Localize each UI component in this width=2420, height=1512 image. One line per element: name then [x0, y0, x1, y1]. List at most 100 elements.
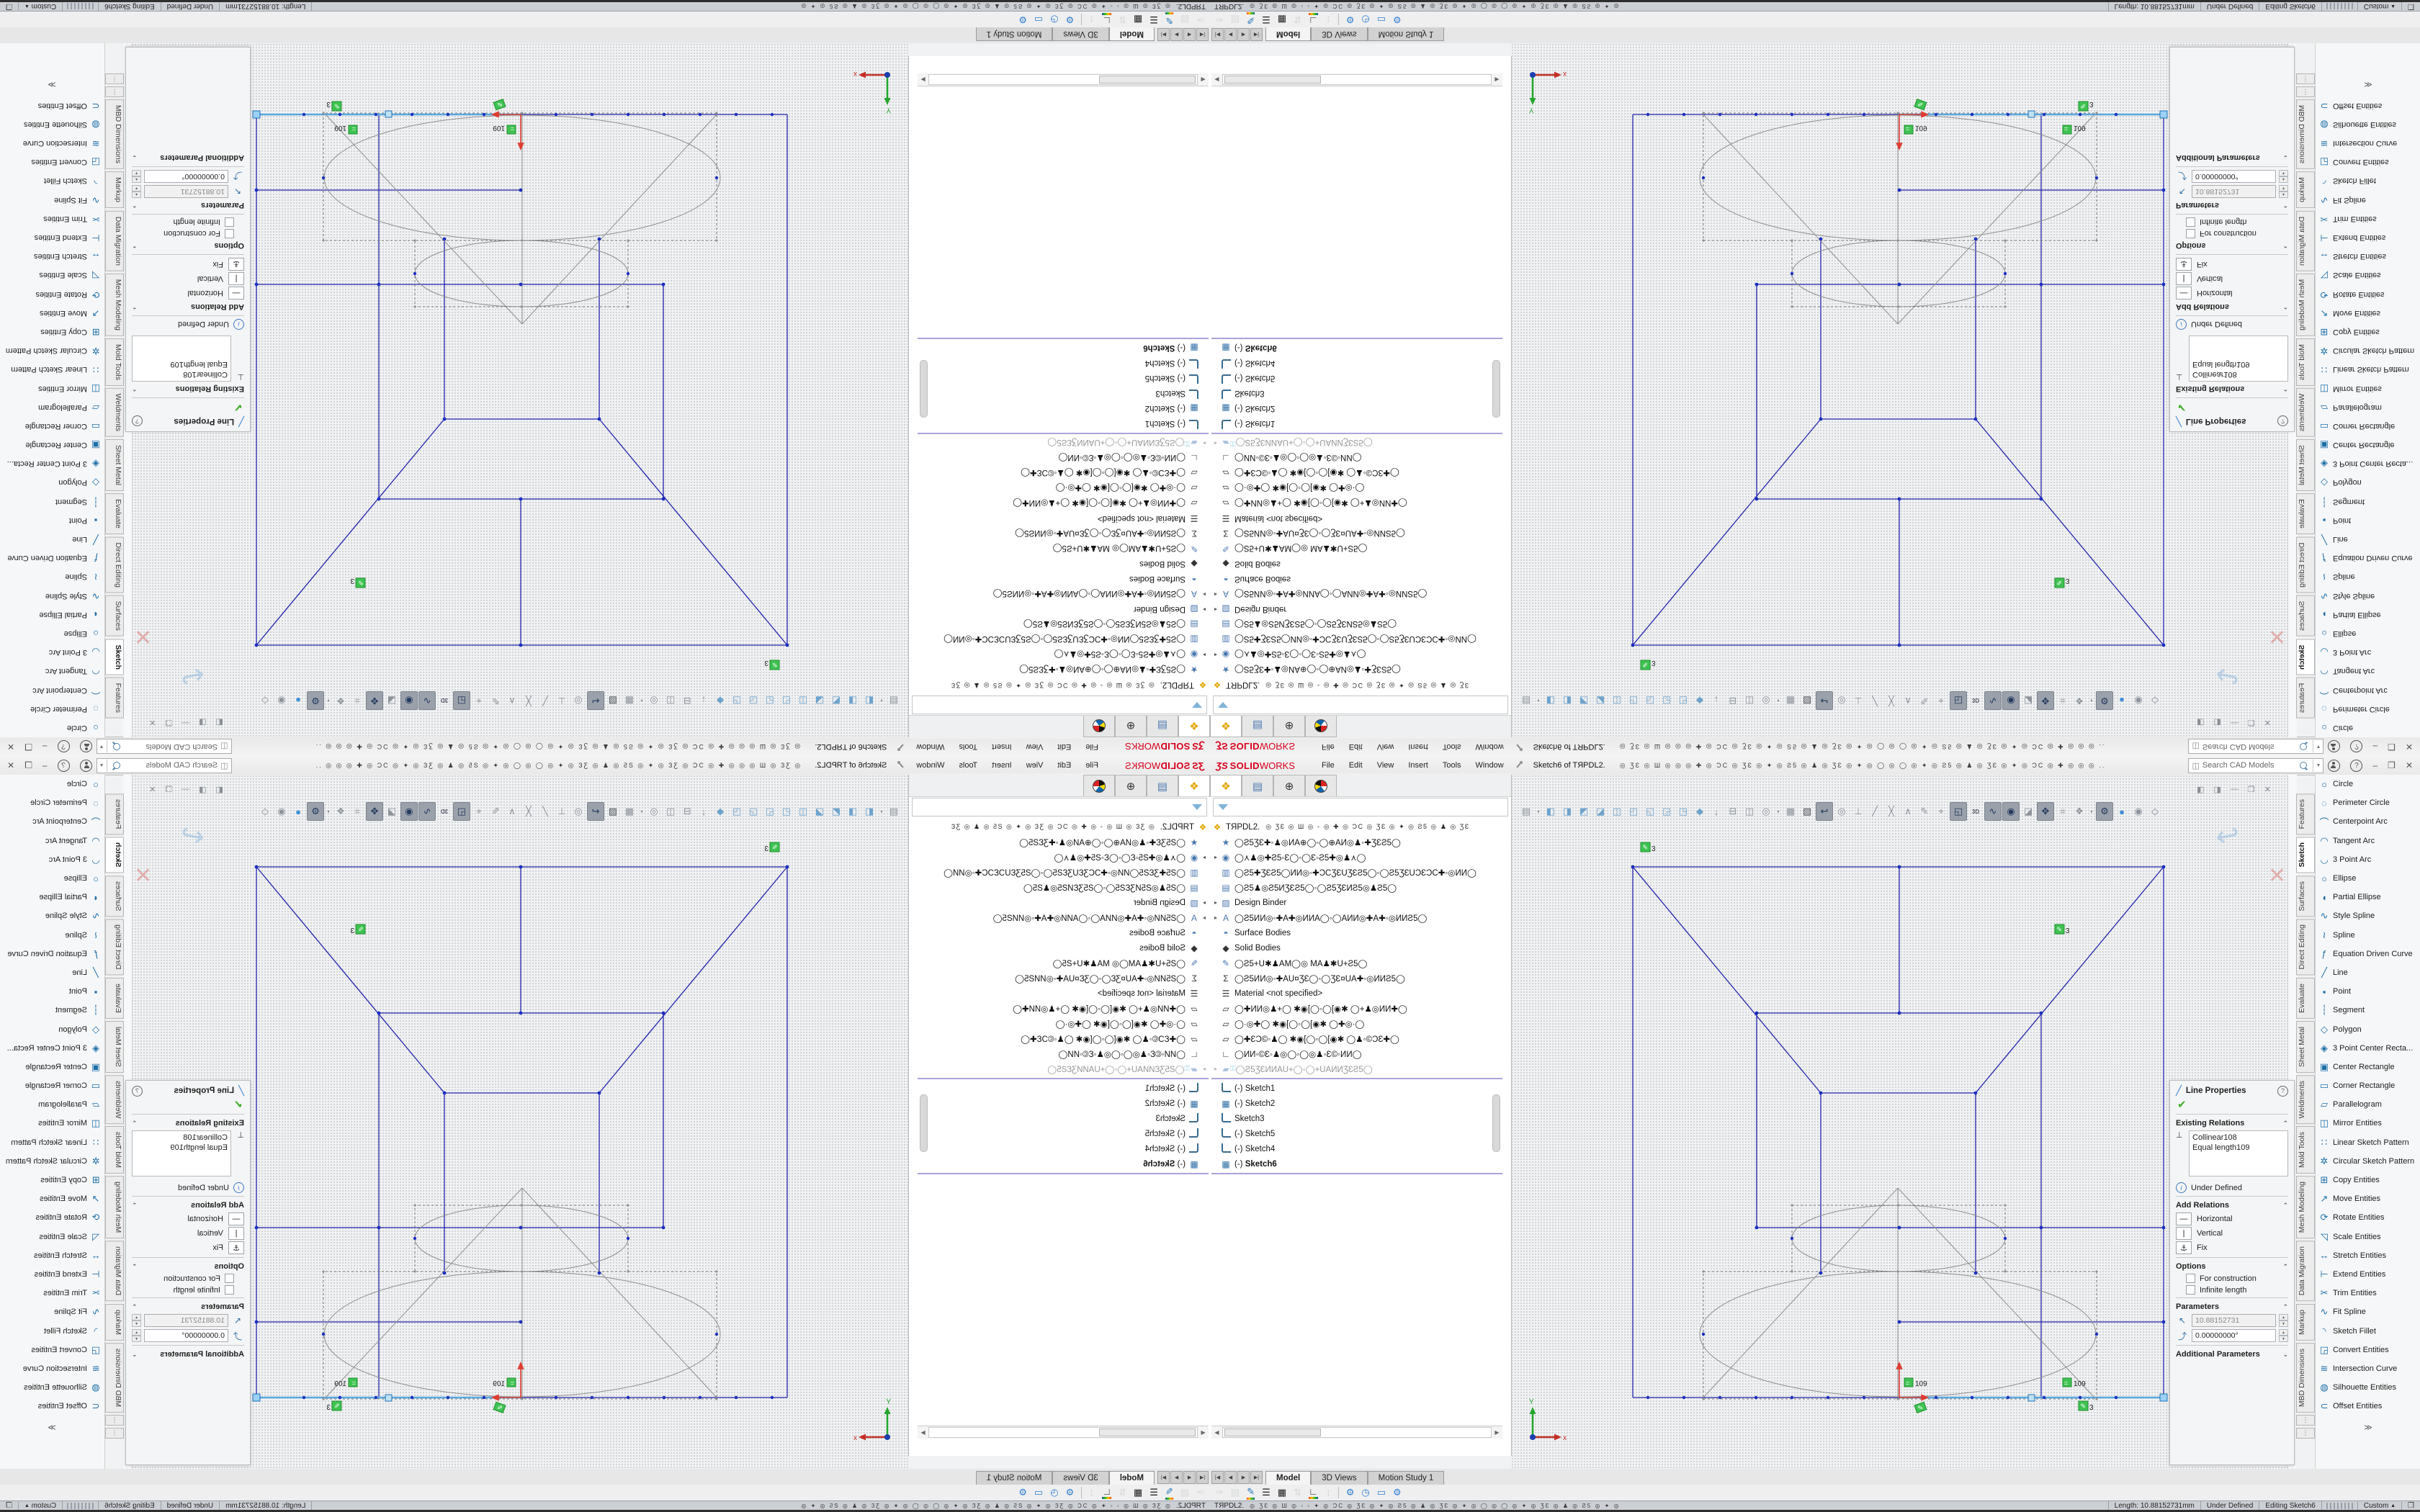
- menu-file[interactable]: File: [1315, 740, 1341, 753]
- bottom-toolbar-icon[interactable]: ⇅: [1294, 14, 1301, 25]
- bottom-toolbar-icon[interactable]: ⚙: [1018, 14, 1027, 25]
- tab-nav-buttons[interactable]: |◀◀▶▶|: [1211, 1471, 1263, 1484]
- tree-filter-input[interactable]: [1213, 696, 1508, 714]
- palette-item-trim-entities[interactable]: ✂Trim Entities: [2316, 210, 2420, 228]
- palette-item-mirror-entities[interactable]: ◫Mirror Entities: [0, 1114, 104, 1133]
- tree-rollback-bar[interactable]: [1211, 1173, 1502, 1174]
- tree-rollback-bar[interactable]: [918, 1173, 1209, 1174]
- tab-nav-buttons[interactable]: |◀◀▶▶|: [1157, 1471, 1209, 1484]
- bottom-toolbar-icon[interactable]: ▤: [1231, 14, 1240, 25]
- palette-item-3-point-center-recta---[interactable]: ◈3 Point Center Recta...: [2316, 454, 2420, 473]
- checkbox-icon[interactable]: [225, 1274, 234, 1283]
- palette-item-perimeter-circle[interactable]: ◌Perimeter Circle: [2316, 793, 2420, 812]
- tree-item-sketch3[interactable]: Sketch3: [918, 1111, 1209, 1126]
- tree-item-sketch2[interactable]: ▦(-) Sketch2: [1211, 401, 1502, 416]
- tree-item[interactable]: Σ◯Ƨ5ИИ◎◦✚AU¤ƷƐ◯◦◯ƷƐ¤UA✚◦◎ИИƧ5◯: [918, 526, 1209, 541]
- close-button[interactable]: ✕: [2406, 760, 2413, 770]
- search-box[interactable]: ◫ Search CAD Models ▼: [97, 739, 232, 755]
- palette-item-circle[interactable]: ○Circle: [2316, 719, 2420, 737]
- featuremanager-tab[interactable]: ❖: [1210, 716, 1242, 737]
- tree-item[interactable]: ▸▨Design Binder: [918, 602, 1209, 617]
- tag-icon[interactable]: ❒: [2401, 1502, 2420, 1510]
- add-relations-header[interactable]: Add Relations: [2176, 1201, 2229, 1210]
- commandmanager-tab-sheet-metal[interactable]: Sheet Metal: [105, 1021, 124, 1073]
- bottom-toolbar-icon[interactable]: ☰: [1262, 14, 1270, 25]
- palette-item-silhouette-entities[interactable]: ◍Silhouette Entities: [0, 1378, 104, 1397]
- configurationmanager-tab[interactable]: ⊕: [1273, 775, 1305, 796]
- collapse-icon[interactable]: ⌃: [2282, 202, 2288, 210]
- palette-item-partial-ellipse[interactable]: ◖Partial Ellipse: [0, 606, 104, 624]
- commandmanager-tab-mold-tools[interactable]: Mold Tools: [2296, 1126, 2315, 1174]
- parameters-header[interactable]: Parameters: [201, 1302, 244, 1311]
- menu-window[interactable]: Window: [1469, 740, 1510, 753]
- commandmanager-tab-sheet-metal[interactable]: Sheet Metal: [2296, 1021, 2315, 1073]
- menu-view[interactable]: View: [1371, 740, 1401, 753]
- additional-parameters-header[interactable]: Additional Parameters: [160, 153, 244, 162]
- angle-spinner[interactable]: ▲▼: [132, 1329, 141, 1342]
- configurationmanager-tab[interactable]: ⊕: [1115, 775, 1147, 796]
- tree-item-sketch4[interactable]: (-) Sketch4: [1211, 1141, 1502, 1156]
- palette-item-ellipse[interactable]: ○Ellipse: [0, 624, 104, 643]
- tree-item-sketch1[interactable]: (-) Sketch1: [918, 1081, 1209, 1096]
- collapse-icon[interactable]: ⌃: [2282, 1263, 2288, 1271]
- palette-item-partial-ellipse[interactable]: ◖Partial Ellipse: [0, 888, 104, 906]
- commandmanager-tab-features[interactable]: Features: [2296, 678, 2315, 719]
- checkbox-icon[interactable]: [225, 229, 234, 238]
- palette-item-line[interactable]: ╱Line: [2316, 963, 2420, 982]
- palette-item-rotate-entities[interactable]: ⟳Rotate Entities: [0, 1208, 104, 1227]
- palette-item-tangent-arc[interactable]: ◠Tangent Arc: [2316, 662, 2420, 680]
- length-spinner[interactable]: ▲▼: [2279, 185, 2288, 198]
- menu-insert[interactable]: Insert: [1402, 759, 1435, 772]
- angle-field[interactable]: 0.00000000°: [2192, 1329, 2276, 1342]
- search-input[interactable]: Search CAD Models: [2202, 742, 2300, 751]
- tree-splitter[interactable]: [918, 1078, 1209, 1079]
- tree-item-sketch2[interactable]: ▦(-) Sketch2: [918, 401, 1209, 416]
- palette-item-corner-rectangle[interactable]: ▭Corner Rectangle: [2316, 417, 2420, 436]
- palette-item-partial-ellipse[interactable]: ◖Partial Ellipse: [2316, 606, 2420, 624]
- palette-item-convert-entities[interactable]: ◲Convert Entities: [2316, 153, 2420, 171]
- commandmanager-tab-surfaces[interactable]: Surfaces: [105, 876, 124, 917]
- bottom-toolbar-icon[interactable]: ✑: [1216, 14, 1224, 25]
- for-construction-checkbox[interactable]: For construction: [2186, 1274, 2288, 1283]
- panel-help-icon[interactable]: ?: [2277, 1086, 2288, 1097]
- length-field[interactable]: 10.88152731: [144, 185, 228, 198]
- bottom-toolbar-icon[interactable]: ▦: [1278, 1487, 1286, 1498]
- commandmanager-tab-mesh-modeling[interactable]: Mesh Modeling: [105, 1176, 124, 1238]
- bottom-toolbar-icon[interactable]: ✑: [1196, 14, 1204, 25]
- bottom-toolbar-icon[interactable]: ∟: [1309, 1486, 1318, 1499]
- tree-item[interactable]: ▸▨Design Binder: [1211, 895, 1502, 910]
- collapse-icon[interactable]: ⌃: [2282, 1303, 2288, 1311]
- palette-item-rotate-entities[interactable]: ⟳Rotate Entities: [2316, 1208, 2420, 1227]
- palette-item-linear-sketch-pattern[interactable]: ∷Linear Sketch Pattern: [2316, 1133, 2420, 1152]
- angle-field[interactable]: 0.00000000°: [144, 170, 228, 183]
- bottom-toolbar-icon[interactable]: ◷: [1050, 1487, 1058, 1498]
- commandmanager-tab--[interactable]: ⋮: [2296, 86, 2315, 97]
- menu-file[interactable]: File: [1079, 759, 1105, 772]
- checkbox-icon[interactable]: [225, 217, 234, 227]
- palette-item-intersection-curve[interactable]: ≋Intersection Curve: [2316, 134, 2420, 153]
- featuremanager-tab[interactable]: ❖: [1210, 775, 1242, 796]
- tree-expander-icon[interactable]: ▸: [1200, 914, 1209, 921]
- tree-expander-icon[interactable]: ▸: [1211, 914, 1220, 921]
- menu-window[interactable]: Window: [1469, 759, 1510, 772]
- angle-field[interactable]: 0.00000000°: [2192, 170, 2276, 183]
- commandmanager-tab-sketch[interactable]: Sketch: [105, 639, 124, 675]
- prev-tab-icon[interactable]: ◀: [1183, 1471, 1196, 1484]
- last-tab-icon[interactable]: ▶|: [1157, 1471, 1170, 1484]
- commandmanager-tab-evaluate[interactable]: Evaluate: [105, 978, 124, 1019]
- palette-more-icon[interactable]: ≫: [2316, 80, 2420, 89]
- collapse-icon[interactable]: ⌃: [132, 1120, 138, 1128]
- bottom-toolbar-icon[interactable]: ▭: [1034, 14, 1043, 25]
- palette-item-center-rectangle[interactable]: ▣Center Rectangle: [2316, 436, 2420, 454]
- close-button[interactable]: ✕: [7, 742, 14, 752]
- commandmanager-tab-features[interactable]: Features: [105, 678, 124, 719]
- options-header[interactable]: Options: [214, 241, 244, 250]
- restore-button[interactable]: ❒: [2388, 742, 2396, 752]
- tree-item[interactable]: ▥◯Ƨ5✚ƷƐƧ5◯ИИ◎◦✚ƆCƷƐUƷƐƧ5◯◦◯Ƨ5ƷƐUƆƐƆC✚◦◎И…: [918, 632, 1209, 647]
- tree-root[interactable]: ❖ TЯPDL2. ◎ ƷƐ ◎ Ш ◎ ◦ ◎ ✚ ◎ ƆC ◎ ƷƐ ◎ ✦…: [1211, 819, 1502, 834]
- palette-item-polygon[interactable]: ◇Polygon: [0, 473, 104, 492]
- scroll-thumb[interactable]: [1224, 76, 1321, 84]
- parameters-header[interactable]: Parameters: [2176, 1302, 2219, 1311]
- checkbox-icon[interactable]: [225, 1285, 234, 1295]
- next-tab-icon[interactable]: ▶: [1170, 1471, 1183, 1484]
